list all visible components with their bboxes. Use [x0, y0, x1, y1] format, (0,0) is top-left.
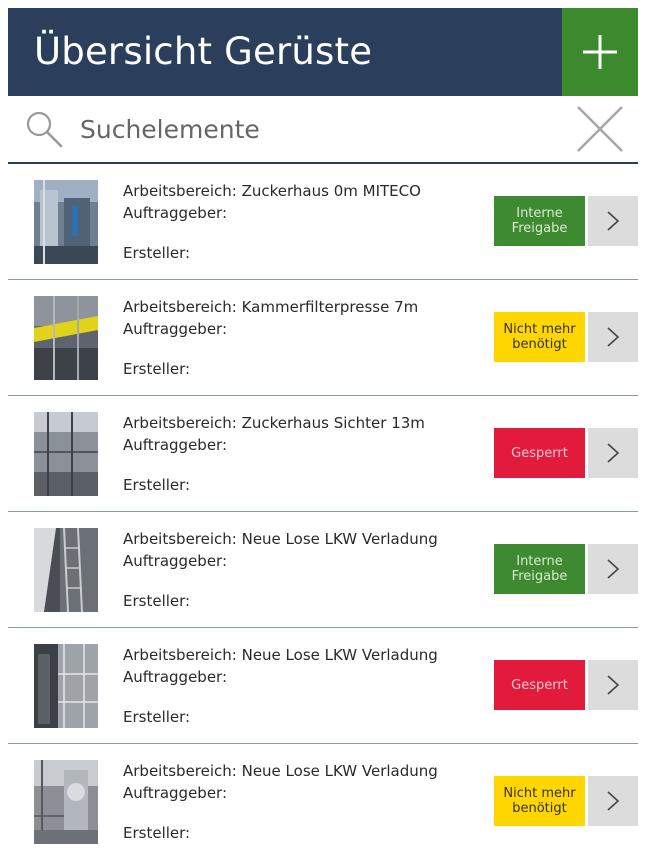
scaffold-photo	[34, 296, 98, 380]
client-label: Auftraggeber:	[123, 320, 228, 338]
open-details-button[interactable]	[588, 544, 638, 594]
creator-label: Ersteller:	[123, 824, 191, 842]
scaffold-photo	[34, 180, 98, 264]
chevron-right-icon	[607, 675, 620, 695]
chevron-right-icon	[607, 559, 620, 579]
add-scaffold-button[interactable]	[562, 8, 638, 96]
work-area-label: Arbeitsbereich: Zuckerhaus 0m MITECO	[123, 182, 421, 200]
work-area-label: Arbeitsbereich: Zuckerhaus Sichter 13m	[123, 414, 425, 432]
plus-icon	[583, 35, 617, 69]
status-badge: Gesperrt	[494, 428, 585, 478]
client-label: Auftraggeber:	[123, 552, 228, 570]
status-badge: Gesperrt	[494, 660, 585, 710]
list-item[interactable]: Arbeitsbereich: Kammerfilterpresse 7m Au…	[8, 280, 638, 396]
work-area-label: Arbeitsbereich: Neue Lose LKW Verladung	[123, 646, 438, 664]
open-details-button[interactable]	[588, 428, 638, 478]
chevron-right-icon	[607, 211, 620, 231]
search-bar	[8, 96, 638, 164]
search-icon	[26, 111, 63, 148]
scaffold-list: Arbeitsbereich: Zuckerhaus 0m MITECO Auf…	[8, 164, 638, 859]
scaffold-photo	[34, 528, 98, 612]
scaffold-photo	[34, 644, 98, 728]
list-item[interactable]: Arbeitsbereich: Neue Lose LKW Verladung …	[8, 512, 638, 628]
chevron-right-icon	[607, 443, 620, 463]
scaffold-photo	[34, 760, 98, 844]
creator-label: Ersteller:	[123, 592, 191, 610]
client-label: Auftraggeber:	[123, 668, 228, 686]
list-item[interactable]: Arbeitsbereich: Neue Lose LKW Verladung …	[8, 744, 638, 859]
page-title: Übersicht Gerüste	[34, 30, 373, 73]
creator-label: Ersteller:	[123, 708, 191, 726]
client-label: Auftraggeber:	[123, 784, 228, 802]
list-item[interactable]: Arbeitsbereich: Neue Lose LKW Verladung …	[8, 628, 638, 744]
status-badge: Interne Freigabe	[494, 544, 585, 594]
search-input[interactable]	[78, 113, 552, 145]
status-badge: Nicht mehr benötigt	[494, 312, 585, 362]
status-badge: Interne Freigabe	[494, 196, 585, 246]
chevron-right-icon	[607, 327, 620, 347]
scaffold-photo	[34, 412, 98, 496]
open-details-button[interactable]	[588, 776, 638, 826]
list-item[interactable]: Arbeitsbereich: Zuckerhaus Sichter 13m A…	[8, 396, 638, 512]
creator-label: Ersteller:	[123, 476, 191, 494]
work-area-label: Arbeitsbereich: Kammerfilterpresse 7m	[123, 298, 419, 316]
creator-label: Ersteller:	[123, 360, 191, 378]
chevron-right-icon	[607, 791, 620, 811]
creator-label: Ersteller:	[123, 244, 191, 262]
status-badge: Nicht mehr benötigt	[494, 776, 585, 826]
client-label: Auftraggeber:	[123, 204, 228, 222]
close-icon[interactable]	[574, 103, 626, 155]
list-item[interactable]: Arbeitsbereich: Zuckerhaus 0m MITECO Auf…	[8, 164, 638, 280]
work-area-label: Arbeitsbereich: Neue Lose LKW Verladung	[123, 530, 438, 548]
work-area-label: Arbeitsbereich: Neue Lose LKW Verladung	[123, 762, 438, 780]
client-label: Auftraggeber:	[123, 436, 228, 454]
app-header: Übersicht Gerüste	[8, 8, 638, 96]
open-details-button[interactable]	[588, 660, 638, 710]
open-details-button[interactable]	[588, 196, 638, 246]
open-details-button[interactable]	[588, 312, 638, 362]
